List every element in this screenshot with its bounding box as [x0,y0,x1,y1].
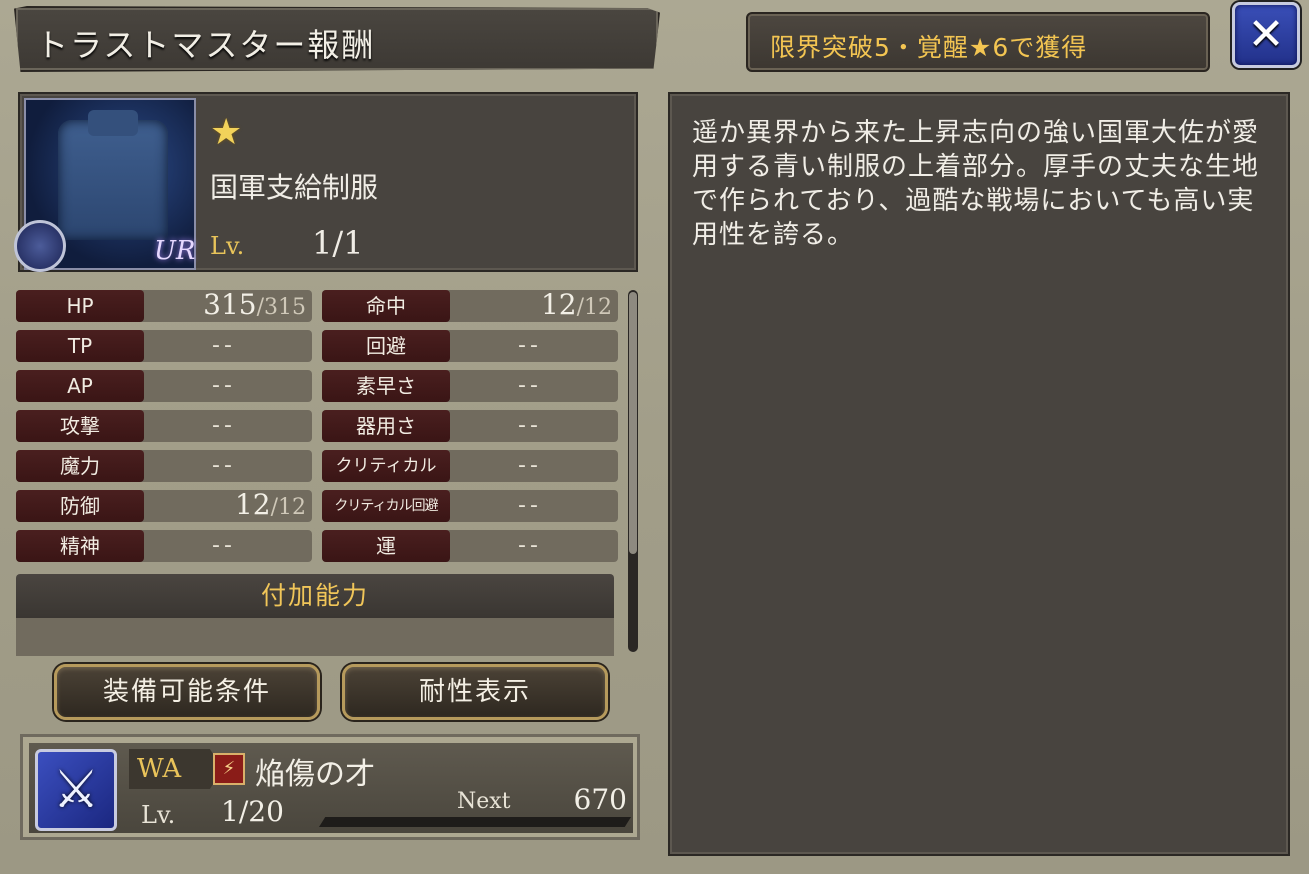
stat-label: 攻撃 [16,410,144,442]
stat-label: 運 [322,530,450,562]
stat-label: 魔力 [16,450,144,482]
stat-label: TP [16,330,144,362]
stat-empty-value: -- [518,413,542,438]
reward-dialog: トラストマスター報酬 限界突破5・覚醒★6で獲得 ✕ UR ★ 国軍支給制服 L… [0,0,1309,874]
stat-current: 315 [203,288,257,321]
wa-card-inner: ⚔ WA ⚡ 焔傷の才 Lv. 1/20 Next 670 [29,743,633,833]
wa-name: 焔傷の才 [255,757,375,792]
equipment-type-icon [14,220,66,272]
stat-accuracy: 命中 12/12 [322,288,618,325]
stats-scrollbar[interactable] [628,290,638,652]
condition-banner: 限界突破5・覚醒★6で獲得 [746,12,1210,72]
stat-attack: 攻撃 -- [16,410,312,442]
uniform-icon [58,120,168,240]
stat-label: 精神 [16,530,144,562]
uniform-collar-decor [88,110,138,136]
stat-ap: AP -- [16,370,312,402]
stat-critical-evasion: クリティカル回避 -- [322,490,618,522]
stat-empty-value: -- [212,453,236,478]
wa-tag: WA [129,749,223,789]
stat-magic: 魔力 -- [16,450,312,482]
stat-empty-value: -- [212,533,236,558]
item-description: 遥か異界から来た上昇志向の強い国軍大佐が愛用する青い制服の上着部分。厚手の丈夫な… [692,118,1260,250]
stat-critical: クリティカル -- [322,450,618,482]
stat-row: TP -- 回避 -- [16,330,620,362]
stat-spirit: 精神 -- [16,530,312,562]
stat-current: 12 [540,288,577,321]
stat-speed: 素早さ -- [322,370,618,402]
stat-empty-value: -- [518,493,542,518]
wa-level-value: 1/20 [221,795,284,828]
close-icon: ✕ [1247,9,1285,60]
wa-next-value: 670 [573,783,627,816]
rarity-ur-mark: UR [154,236,196,266]
stat-label: 防御 [16,490,144,522]
weapon-ability-card[interactable]: ⚔ WA ⚡ 焔傷の才 Lv. 1/20 Next 670 [20,734,640,840]
close-button[interactable]: ✕ [1232,2,1300,68]
stat-empty-value: -- [518,533,542,558]
acquire-condition: 限界突破5・覚醒★6で獲得 [770,33,1088,62]
wa-level-label: Lv. [141,801,176,829]
stat-row: 魔力 -- クリティカル -- [16,450,620,482]
stat-label: 素早さ [322,370,450,402]
item-header-panel: UR ★ 国軍支給制服 Lv. 1/1 [14,92,638,272]
stat-label: クリティカル [322,450,450,482]
stat-label: 命中 [322,290,450,322]
scrollbar-thumb[interactable] [629,292,637,554]
stat-row: HP 315/315 命中 12/12 [16,288,620,325]
extra-ability-list [16,618,614,656]
stat-label: HP [16,290,144,322]
extra-ability-title: 付加能力 [260,581,369,610]
stat-dexterity: 器用さ -- [322,410,618,442]
stat-row: 攻撃 -- 器用さ -- [16,410,620,442]
stat-empty-value: -- [518,333,542,358]
stat-current: 12 [234,488,271,521]
stat-max: /315 [256,295,306,320]
stat-empty-value: -- [212,373,236,398]
stat-label: クリティカル回避 [322,490,450,522]
stat-luck: 運 -- [322,530,618,562]
stat-defense: 防御 12/12 [16,488,312,525]
stat-max: /12 [576,295,612,320]
item-level-value: 1/1 [312,224,364,262]
stat-empty-value: -- [518,373,542,398]
stat-value: 12/12 [541,288,612,325]
stat-empty-value: -- [212,333,236,358]
stat-value: 315/315 [203,288,306,325]
stat-label: 回避 [322,330,450,362]
dialog-title: トラストマスター報酬 [36,26,376,64]
stat-label: 器用さ [322,410,450,442]
stat-empty-value: -- [212,413,236,438]
stat-row: 精神 -- 運 -- [16,530,620,562]
flame-slash-icon: ⚡ [213,753,245,785]
item-name: 国軍支給制服 [210,171,379,204]
stat-evasion: 回避 -- [322,330,618,362]
wa-next-label: Next [457,789,511,814]
rarity-star-icon: ★ [210,112,243,153]
description-panel: 遥か異界から来た上昇志向の強い国軍大佐が愛用する青い制服の上着部分。厚手の丈夫な… [668,92,1290,856]
extra-ability-header: 付加能力 [16,574,614,618]
equip-conditions-button[interactable]: 装備可能条件 [54,664,320,720]
title-banner: トラストマスター報酬 [14,6,660,72]
wa-exp-bar [319,817,631,827]
item-level-label: Lv. [210,232,245,260]
stat-hp: HP 315/315 [16,288,312,325]
resistance-button[interactable]: 耐性表示 [342,664,608,720]
stat-row: 防御 12/12 クリティカル回避 -- [16,488,620,525]
stat-label: AP [16,370,144,402]
crossed-swords-icon: ⚔ [35,749,117,831]
stat-empty-value: -- [518,453,542,478]
stat-row: AP -- 素早さ -- [16,370,620,402]
crossed-swords-glyph: ⚔ [52,760,100,820]
stat-tp: TP -- [16,330,312,362]
stat-value: 12/12 [235,488,306,525]
stat-max: /12 [270,495,306,520]
